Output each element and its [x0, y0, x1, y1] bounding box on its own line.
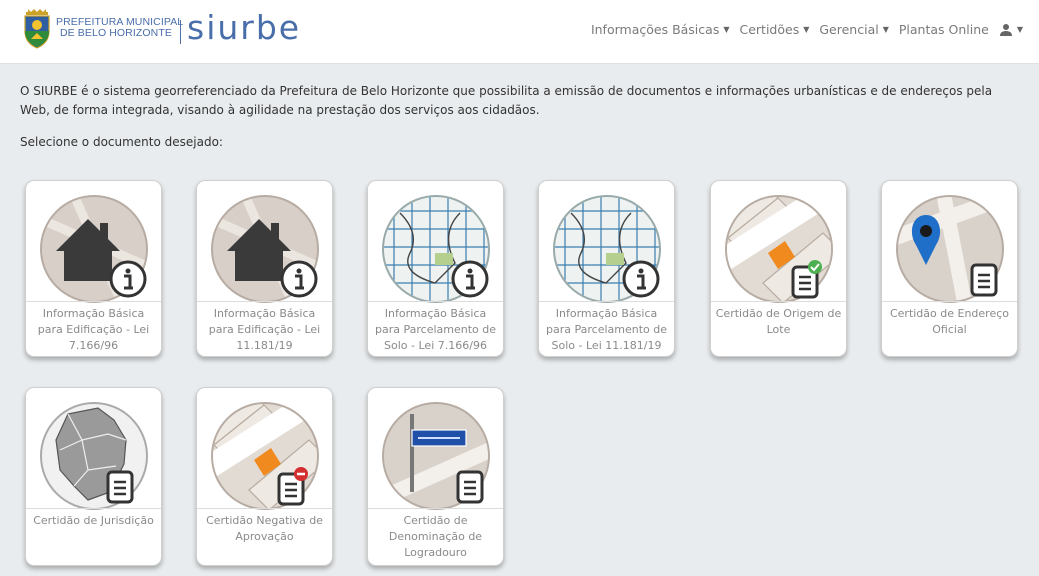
card-certidao-origem-lote[interactable]: Certidão de Origem de Lote: [710, 180, 847, 357]
house-info-icon: [211, 195, 319, 303]
caret-down-icon: ▼: [882, 25, 889, 34]
card-label: Certidão de Endereço Oficial: [889, 307, 1010, 336]
card-divider: [197, 301, 332, 302]
card-ib-edificacao-11181[interactable]: Informação Básica para Edificação - Lei …: [196, 180, 333, 357]
card-label: Informação Básica para Edificação - Lei …: [37, 307, 150, 352]
card-label: Certidão de Jurisdição: [33, 514, 154, 527]
card-divider: [711, 301, 846, 302]
card-divider: [368, 508, 503, 509]
card-divider: [197, 508, 332, 509]
city-crest-logo[interactable]: [22, 9, 52, 49]
nav-plantas-online[interactable]: Plantas Online: [899, 22, 989, 37]
card-ib-parcelamento-7166[interactable]: Informação Básica para Parcelamento de S…: [367, 180, 504, 357]
nav-label: Plantas Online: [898, 22, 989, 37]
nav-label: Informações Básicas: [590, 22, 720, 37]
card-certidao-negativa-aprovacao[interactable]: Certidão Negativa de Aprovação: [196, 387, 333, 566]
card-label: Informação Básica para Parcelamento de S…: [546, 307, 667, 352]
card-divider: [26, 508, 161, 509]
caret-down-icon: ▼: [723, 25, 730, 34]
card-certidao-denominacao-logradouro[interactable]: Certidão de Denominação de Logradouro: [367, 387, 504, 566]
map-grid-info-icon: [382, 195, 490, 303]
brand-separator: [180, 20, 181, 44]
card-label: Certidão de Origem de Lote: [715, 307, 842, 336]
prefeitura-wordmark: PREFEITURA MUNICIPAL DE BELO HORIZONTE: [56, 17, 183, 39]
card-divider: [539, 301, 674, 302]
city-map-document-icon: [40, 402, 148, 510]
card-label: Informação Básica para Edificação - Lei …: [208, 307, 321, 352]
siurbe-logo[interactable]: siurbe: [187, 8, 301, 48]
user-menu[interactable]: ▼: [999, 23, 1023, 37]
nav-label: Certidões: [739, 22, 800, 37]
top-header: PREFEITURA MUNICIPAL DE BELO HORIZONTE s…: [0, 0, 1039, 64]
street-sign-document-icon: [382, 402, 490, 510]
main-nav: Informações Básicas ▼ Certidões ▼ Gerenc…: [591, 22, 1023, 37]
nav-certidoes[interactable]: Certidões ▼: [740, 22, 810, 37]
prefeitura-line-2: DE BELO HORIZONTE: [60, 27, 172, 39]
caret-down-icon: ▼: [1016, 25, 1023, 34]
card-divider: [882, 301, 1017, 302]
lot-certificate-check-icon: [725, 195, 833, 303]
map-pin-document-icon: [896, 195, 1004, 303]
card-label: Certidão Negativa de Aprovação: [206, 514, 323, 543]
card-certidao-endereco-oficial[interactable]: Certidão de Endereço Oficial: [881, 180, 1018, 357]
map-grid-info-icon: [553, 195, 661, 303]
card-label: Informação Básica para Parcelamento de S…: [375, 307, 496, 352]
user-icon: [999, 23, 1012, 36]
nav-informacoes-basicas[interactable]: Informações Básicas ▼: [591, 22, 730, 37]
card-ib-parcelamento-11181[interactable]: Informação Básica para Parcelamento de S…: [538, 180, 675, 357]
lot-certificate-denied-icon: [211, 402, 319, 510]
card-label: Certidão de Denominação de Logradouro: [388, 514, 483, 559]
house-info-icon: [40, 195, 148, 303]
nav-label: Gerencial: [819, 22, 879, 37]
card-ib-edificacao-7166[interactable]: Informação Básica para Edificação - Lei …: [25, 180, 162, 357]
card-divider: [368, 301, 503, 302]
nav-gerencial[interactable]: Gerencial ▼: [819, 22, 889, 37]
intro-paragraph: O SIURBE é o sistema georreferenciado da…: [20, 84, 993, 117]
select-document-prompt: Selecione o documento desejado:: [20, 135, 223, 149]
card-divider: [26, 301, 161, 302]
card-certidao-jurisdicao[interactable]: Certidão de Jurisdição: [25, 387, 162, 566]
caret-down-icon: ▼: [803, 25, 810, 34]
